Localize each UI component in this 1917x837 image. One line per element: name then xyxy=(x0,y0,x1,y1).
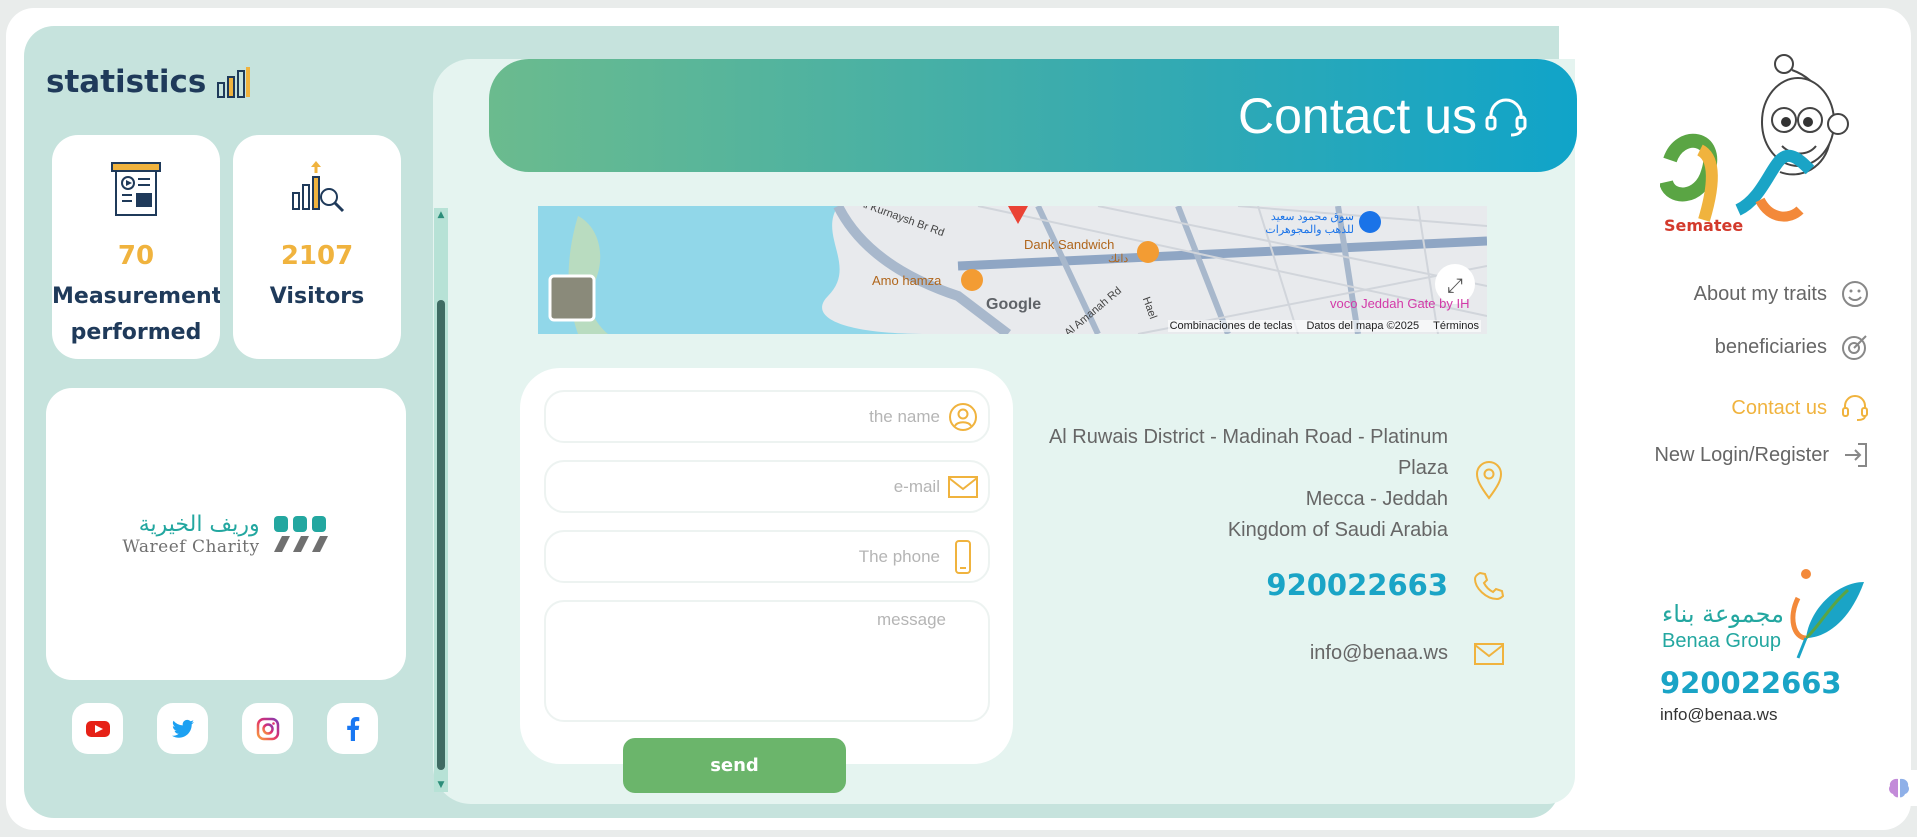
map-label-dank-sandwich: Dank Sandwich xyxy=(1024,237,1115,252)
stat-card-measurements: 70 Measurement performed xyxy=(52,135,220,359)
mascot-icon xyxy=(1659,54,1849,222)
phone-icon xyxy=(1474,571,1504,600)
message-field xyxy=(544,600,990,722)
user-icon xyxy=(949,402,977,431)
stat-card-visitors: 2107 Visitors xyxy=(233,135,401,359)
report-icon xyxy=(111,162,161,216)
youtube-icon xyxy=(85,720,110,737)
twitter-button[interactable] xyxy=(157,703,208,754)
charity-card: وريف الخيرية Wareef Charity xyxy=(46,388,406,680)
address-line-3: Mecca - Jeddah xyxy=(1305,488,1448,510)
contact-phone[interactable]: 920022663 xyxy=(1266,568,1448,602)
facebook-icon xyxy=(346,716,359,741)
vertical-scrollbar[interactable]: ▲ ▼ xyxy=(434,208,448,792)
bar-chart-icon xyxy=(217,67,251,98)
email-field xyxy=(544,460,990,513)
envelope-icon xyxy=(1474,643,1504,665)
map-footer: Combinaciones de teclas Datos del mapa ©… xyxy=(1167,320,1481,332)
map-satellite-toggle[interactable] xyxy=(550,276,594,320)
name-input[interactable] xyxy=(580,406,940,427)
instagram-icon xyxy=(256,717,279,740)
brain-icon xyxy=(1888,778,1909,798)
sidebar-email[interactable]: info@benaa.ws xyxy=(1660,705,1777,725)
measurements-label-line1: Measurement xyxy=(52,284,220,309)
email-input[interactable] xyxy=(580,476,940,497)
location-map[interactable]: Al Kurnaysh Br Rd Dank Sandwich دانك Amo… xyxy=(538,206,1487,334)
map-label-amo-hamza: Amo hamza xyxy=(872,273,942,288)
nav-contact-us-label: Contact us xyxy=(1731,396,1827,419)
social-links xyxy=(72,703,378,754)
twitter-icon xyxy=(171,719,194,738)
login-icon xyxy=(1845,443,1867,467)
map-label-gold-souq: سوق محمود سعيد للذهب والمجوهرات xyxy=(1265,211,1354,236)
contact-email[interactable]: info@benaa.ws xyxy=(1310,642,1448,665)
page-title: Contact us xyxy=(1237,87,1477,144)
benaa-group-name-en: Benaa Group xyxy=(1662,630,1781,652)
visitors-label: Visitors xyxy=(269,284,365,309)
target-icon xyxy=(1842,335,1867,360)
benaa-group-name-ar: مجموعة بناء xyxy=(1662,600,1784,628)
contact-form xyxy=(520,368,1013,764)
visitors-count: 2107 xyxy=(280,241,354,271)
growth-search-icon xyxy=(292,161,345,213)
feather-icon xyxy=(1790,569,1864,659)
sidebar-phone[interactable]: 920022663 xyxy=(1660,666,1842,700)
nav-about-traits-label: About my traits xyxy=(1693,282,1827,305)
envelope-icon xyxy=(948,475,978,498)
nav-about-traits[interactable]: About my traits xyxy=(1694,280,1869,308)
map-keyboard-shortcuts[interactable]: Combinaciones de teclas xyxy=(1170,320,1293,332)
name-field xyxy=(544,390,990,443)
send-button[interactable]: send xyxy=(623,738,846,793)
phone-field xyxy=(544,530,990,583)
facebook-button[interactable] xyxy=(327,703,378,754)
nav-contact-us[interactable]: Contact us xyxy=(1731,393,1869,423)
headset-icon xyxy=(1485,98,1527,136)
location-pin-icon xyxy=(1475,461,1503,500)
measurements-label: Measurement performed xyxy=(52,279,220,351)
scroll-up-arrow[interactable]: ▲ xyxy=(434,208,448,222)
youtube-button[interactable] xyxy=(72,703,123,754)
charity-name-en: Wareef Charity xyxy=(122,536,260,557)
address-line-1: Al Ruwais District - Madinah Road - Plat… xyxy=(1048,426,1448,448)
nav-beneficiaries-label: beneficiaries xyxy=(1714,335,1827,358)
map-fullscreen-button[interactable]: ⤢ xyxy=(1438,268,1472,302)
map-terms-link[interactable]: Términos xyxy=(1433,320,1479,332)
nav-login-register-label: New Login/Register xyxy=(1654,443,1829,466)
address-block: Al Ruwais District - Madinah Road - Plat… xyxy=(1028,422,1448,546)
measurements-count: 70 xyxy=(117,241,155,271)
phone-input[interactable] xyxy=(580,546,940,567)
assistant-brain-button[interactable] xyxy=(1880,770,1917,806)
charity-name: وريف الخيرية Wareef Charity xyxy=(122,512,259,557)
charity-logo-icon xyxy=(273,516,328,552)
statistics-title: statistics xyxy=(46,64,252,100)
map-data-credit: Datos del mapa ©2025 xyxy=(1306,320,1420,332)
contact-header: Contact us xyxy=(489,59,1577,172)
benaa-group-logo: مجموعة بناء Benaa Group xyxy=(1660,568,1870,663)
scroll-down-arrow[interactable]: ▼ xyxy=(434,778,448,792)
nav-login-register[interactable]: New Login/Register xyxy=(1654,442,1869,468)
charity-name-ar: وريف الخيرية xyxy=(138,511,260,537)
measurements-label-line2: performed xyxy=(70,320,202,345)
address-line-2: Plaza xyxy=(1397,457,1448,479)
address-line-4: Kingdom of Saudi Arabia xyxy=(1227,519,1448,541)
nav-beneficiaries[interactable]: beneficiaries xyxy=(1715,333,1869,361)
mobile-icon xyxy=(955,539,971,574)
sematee-logo-text: Sematee xyxy=(1664,216,1744,235)
smile-icon xyxy=(1842,281,1868,307)
instagram-button[interactable] xyxy=(242,703,293,754)
statistics-label: statistics xyxy=(46,64,207,100)
headset-icon xyxy=(1842,395,1868,421)
message-input[interactable] xyxy=(546,602,988,720)
map-label-dank-ar: دانك xyxy=(1108,253,1129,265)
google-logo: Google xyxy=(986,296,1042,313)
sematee-logo[interactable]: Sematee xyxy=(1659,50,1860,240)
scroll-thumb[interactable] xyxy=(437,300,445,770)
